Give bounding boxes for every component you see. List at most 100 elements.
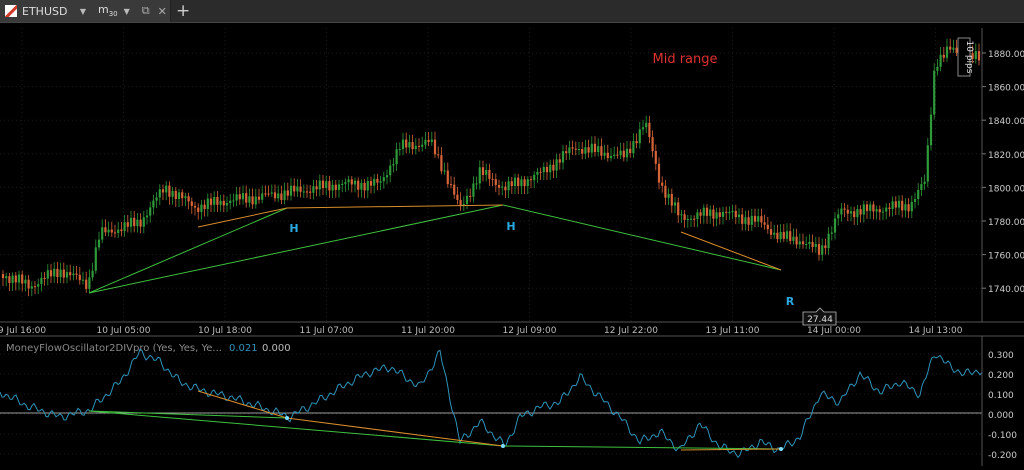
price-tick-label: 1840.00 [988, 117, 1024, 127]
candle-body [641, 127, 645, 130]
candle-body [885, 207, 888, 212]
candle-body [241, 193, 245, 200]
candle-body [526, 179, 529, 187]
candle-body [645, 122, 648, 128]
candle-body [619, 150, 622, 156]
label-h1: H [289, 222, 298, 235]
candle-body [600, 146, 603, 156]
candle-body [907, 204, 910, 212]
detach-icon[interactable]: ⧉ [138, 4, 154, 18]
candle-body [635, 141, 638, 144]
candle-body [389, 165, 392, 176]
candle-body [945, 46, 949, 58]
add-tab-icon[interactable]: + [176, 1, 190, 21]
candle-body [331, 184, 334, 191]
candle-body [763, 222, 766, 225]
chart-tab-bar: ETHUSD ▼ m30 ▼ ⧉ ✕ + [0, 0, 1024, 23]
candle-body [539, 171, 542, 173]
candle-body [139, 219, 142, 227]
candle-body [638, 129, 641, 144]
candle-body [1, 274, 5, 279]
osc-green-line-3 [502, 445, 782, 450]
candle-body [734, 210, 737, 218]
candle-body [603, 152, 606, 156]
symbol-logo-icon [5, 5, 17, 17]
candle-body [187, 196, 190, 202]
candle-body [686, 219, 689, 221]
candle-body [155, 197, 158, 201]
symbol-dropdown-icon[interactable]: ▼ [80, 7, 86, 16]
candle-body [737, 214, 741, 218]
candle-body [78, 274, 81, 281]
candle-body [552, 164, 555, 171]
time-tick-label: 10 Jul 18:00 [198, 326, 252, 336]
candle-body [846, 209, 849, 214]
candle-body [293, 185, 296, 192]
candle-body [133, 217, 136, 227]
candle-body [718, 212, 721, 217]
candle-body [91, 270, 94, 278]
candle-body [622, 150, 625, 158]
indicator-axis[interactable]: 0.300 0.200 0.100 0.000 -0.100 -0.200 [981, 336, 1017, 466]
candle-body [69, 272, 72, 276]
candle-body [14, 275, 17, 283]
candle-body [904, 204, 907, 211]
candle-body [261, 193, 264, 200]
time-tick-label: 14 Jul 13:00 [909, 326, 963, 336]
chart-area[interactable]: H H R Mid range 1880.00 1860.00 1840.00 182… [0, 22, 1024, 466]
close-icon[interactable]: ✕ [154, 5, 171, 18]
price-axis[interactable]: 1880.00 1860.00 1840.00 1820.00 1800.00 1780.… [981, 28, 1024, 322]
candle-body [443, 170, 446, 172]
candle-body [699, 212, 702, 216]
candle-body [43, 277, 46, 279]
candle-body [456, 194, 459, 200]
candle-body [731, 210, 734, 213]
candle-body [766, 224, 769, 230]
candle-body [581, 149, 584, 154]
time-tick-label: 10 Jul 05:00 [97, 326, 151, 336]
time-tick-label: 11 Jul 20:00 [401, 326, 455, 336]
candle-body [277, 193, 280, 199]
candle-body [120, 229, 123, 232]
candle-body [821, 245, 824, 255]
time-tick-label: 11 Jul 07:00 [300, 326, 354, 336]
candle-body [267, 193, 270, 195]
candle-body [142, 217, 145, 227]
candle-body [152, 200, 155, 208]
candle-body [245, 193, 248, 203]
candle-body [606, 152, 609, 159]
indicator-tick-label: -0.200 [988, 451, 1017, 461]
candle-body [549, 164, 552, 173]
candle-body [785, 231, 789, 239]
tab-period[interactable]: m30 ▼ ⧉ ✕ [92, 0, 171, 22]
osc-green-line-2 [88, 410, 504, 447]
candle-body [190, 201, 193, 206]
time-axis[interactable]: 9 Jul 16:00 10 Jul 05:00 10 Jul 18:00 11 Ju… [0, 326, 963, 336]
candle-body [21, 274, 24, 284]
candle-body [750, 215, 753, 225]
candle-body [801, 241, 805, 245]
candle-body [107, 229, 110, 233]
candle-body [555, 159, 558, 171]
candle-body [209, 198, 213, 205]
orange-trendline-2 [286, 204, 504, 209]
candle-body [577, 149, 581, 151]
candle-body [430, 139, 433, 142]
candle-body [485, 169, 488, 175]
candle-body [376, 178, 379, 183]
candle-body [587, 147, 590, 153]
tab-symbol[interactable]: ETHUSD ▼ [0, 0, 93, 22]
period-dropdown-icon[interactable]: ▼ [124, 7, 130, 16]
candle-body [558, 159, 561, 163]
candle-body [536, 171, 539, 175]
candle-body [449, 184, 453, 186]
candle-body [757, 216, 760, 222]
candle-body [395, 149, 398, 165]
candle-body [117, 229, 120, 234]
osc-orange-line-2 [286, 417, 504, 447]
candle-body [405, 139, 408, 148]
candle-body [101, 227, 104, 240]
candle-body [568, 147, 571, 154]
candle-body [715, 212, 718, 219]
candle-body [75, 273, 78, 275]
